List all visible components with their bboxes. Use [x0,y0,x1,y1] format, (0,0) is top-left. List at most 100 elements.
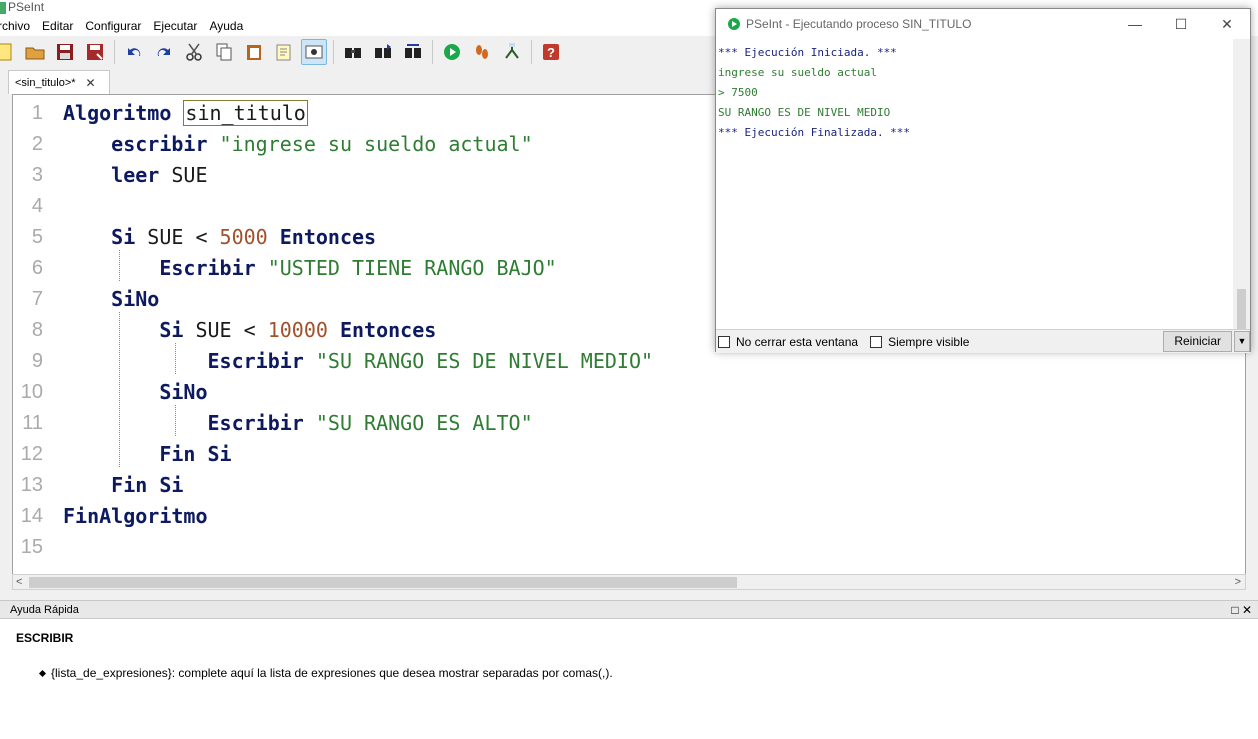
minimize-icon[interactable]: — [1112,9,1158,39]
open-folder-icon [25,47,45,60]
output-vertical-scrollbar[interactable] [1233,39,1250,329]
toolbar-separator [114,40,115,64]
output-line: *** Ejecución Finalizada. *** [718,126,911,139]
number-token: 5000 [219,225,268,249]
execution-window: PSeInt - Ejecutando proceso SIN_TITULO —… [715,8,1251,353]
code-line[interactable]: 15 [13,532,1245,563]
help-button[interactable]: ? [538,39,564,65]
copy-icon [216,43,232,61]
maximize-icon[interactable]: ☐ [1158,9,1204,39]
line-number: 14 [20,505,43,527]
save-button[interactable] [52,39,78,65]
identifier-token [63,287,111,311]
diagram-button[interactable] [499,39,525,65]
tab-sin-titulo[interactable]: <sin_titulo>* ✕ [8,70,110,94]
keep-open-checkbox[interactable]: No cerrar esta ventana [718,335,858,349]
run-button[interactable] [439,39,465,65]
toolbar-separator [531,40,532,64]
line-number: 9 [31,350,43,372]
line-number: 11 [22,412,43,434]
replace-button[interactable] [400,39,426,65]
editor-horizontal-scrollbar[interactable]: < > [12,574,1246,590]
step-button[interactable] [469,39,495,65]
line-number: 13 [20,474,43,496]
find-next-button[interactable] [370,39,396,65]
menu-ejecutar[interactable]: Ejecutar [147,16,203,36]
menu-ayuda[interactable]: Ayuda [203,16,249,36]
line-number: 10 [20,381,43,403]
code-text: Escribir "SU RANGO ES ALTO" [63,408,533,439]
indent-icon [305,45,323,59]
play-icon [728,18,740,30]
help-bullet-text: {lista_de_expresiones}: complete aquí la… [51,666,613,680]
identifier-token [63,411,208,435]
close-icon[interactable]: ✕ [86,76,96,90]
code-line[interactable]: 11 Escribir "SU RANGO ES ALTO" [13,408,1245,439]
line-number: 3 [31,164,43,186]
keyword-token: Si [159,318,196,342]
line-number: 1 [31,102,43,124]
scrollbar-thumb[interactable] [29,577,737,588]
output-line: *** Ejecución Iniciada. *** [718,46,897,59]
execution-window-footer: No cerrar esta ventana Siempre visible R… [716,329,1250,353]
run-icon [444,44,460,60]
keyword-token: FinAlgoritmo [63,504,208,528]
checkbox-icon[interactable] [870,335,883,348]
code-line[interactable]: 12 Fin Si [13,439,1245,470]
open-file-button[interactable] [22,39,48,65]
scroll-left-icon[interactable]: < [16,575,22,590]
keyword-token: Si [111,225,148,249]
menu-editar[interactable]: Editar [36,16,79,36]
indent-button[interactable] [301,39,327,65]
tab-label: <sin_titulo>* [15,76,76,89]
paste-button[interactable] [241,39,267,65]
output-line: ingrese su sueldo actual [718,66,877,79]
scrollbar-thumb[interactable] [1237,289,1246,329]
maximize-icon[interactable]: □ [1231,603,1238,617]
code-line[interactable]: 13 Fin Si [13,470,1245,501]
line-number: 7 [31,288,43,310]
cut-button[interactable] [181,39,207,65]
menu-configurar[interactable]: Configurar [79,16,147,36]
search-button[interactable] [340,39,366,65]
code-line[interactable]: 14 FinAlgoritmo [13,501,1245,532]
new-file-button[interactable] [0,39,18,65]
code-text: escribir "ingrese su sueldo actual" [63,129,532,160]
copy-button[interactable] [211,39,237,65]
identifier-token: SUE < [195,318,268,342]
close-icon[interactable]: ✕ [1242,603,1252,617]
search-icon [345,48,361,58]
code-text: Si SUE < 10000 Entonces [63,315,436,346]
checkbox-icon[interactable] [718,335,730,348]
identifier-token [63,132,111,156]
chevron-down-icon[interactable]: ▼ [1234,331,1250,352]
identifier-token [63,473,111,497]
menu-archivo[interactable]: rchivo [0,16,36,36]
close-icon[interactable]: ✕ [1204,9,1250,39]
identifier-token: sin_titulo [183,100,308,126]
identifier-token [63,442,159,466]
app-title: PSeInt [8,0,45,14]
keyword-token: Algoritmo [63,101,184,125]
step-icon [476,45,488,59]
save-as-button[interactable] [82,39,108,65]
edit-button[interactable] [271,39,297,65]
scroll-right-icon[interactable]: > [1235,575,1241,590]
keyword-token: SiNo [159,380,208,404]
undo-button[interactable] [121,39,147,65]
identifier-token: SUE < [147,225,220,249]
redo-button[interactable] [151,39,177,65]
line-number: 2 [31,133,43,155]
always-visible-label: Siempre visible [888,334,970,349]
keyword-token: Escribir [207,411,316,435]
restart-button[interactable]: Reiniciar [1163,331,1232,352]
code-text: Si SUE < 5000 Entonces [63,222,376,253]
code-line[interactable]: 10 SiNo [13,377,1245,408]
line-number: 4 [31,195,43,217]
cut-icon [186,43,202,61]
always-visible-checkbox[interactable]: Siempre visible [870,335,969,349]
edit-icon [276,44,291,61]
save-icon [57,44,73,60]
keyword-token: Fin Si [111,473,184,497]
code-text: Fin Si [63,439,231,470]
